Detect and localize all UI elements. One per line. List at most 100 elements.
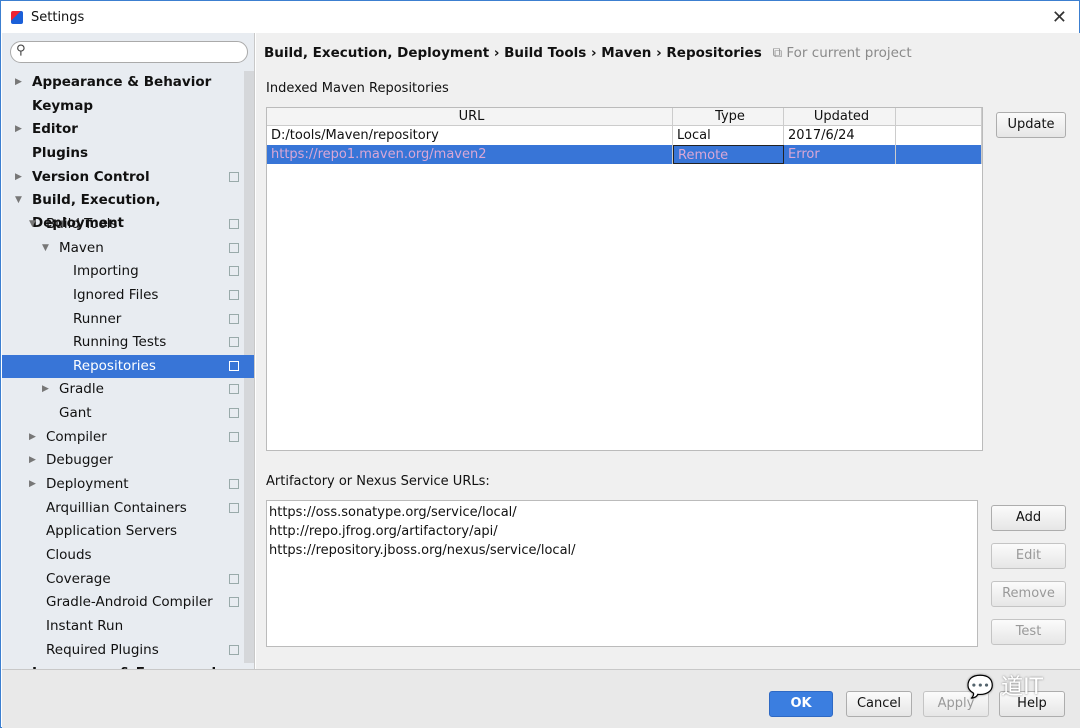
copy-icon: ⧉ [772, 45, 783, 61]
sidebar-item[interactable]: Clouds [2, 544, 244, 567]
list-item[interactable]: http://repo.jfrog.org/artifactory/api/ [269, 522, 975, 541]
project-scope-icon [229, 218, 239, 229]
sidebar-item[interactable]: ▼ Build Tools [2, 213, 244, 236]
project-scope-icon [229, 337, 239, 348]
project-scope-icon [229, 171, 239, 182]
sidebar-item[interactable]: ▶ Appearance & Behavior [2, 71, 244, 94]
sidebar-item[interactable]: Required Plugins [2, 639, 244, 662]
sidebar-item-label: Debugger [46, 452, 113, 469]
project-scope-icon [229, 313, 239, 324]
sidebar-item-label: Coverage [46, 570, 111, 587]
sidebar-item-label: Ignored Files [73, 286, 159, 303]
sidebar-item[interactable]: Application Servers [2, 520, 244, 543]
title-bar: Settings ✕ [1, 1, 1079, 33]
service-urls-list[interactable]: https://oss.sonatype.org/service/local/ … [266, 500, 978, 647]
col-url[interactable]: URL [267, 108, 673, 125]
sidebar-item[interactable]: Gradle-Android Compiler [2, 591, 244, 614]
breadcrumb: Build, Execution, Deployment › Build Too… [264, 45, 912, 61]
cell-url: https://repo1.maven.org/maven2 [267, 145, 673, 164]
sidebar-item[interactable]: ▶ Editor [2, 118, 244, 141]
sidebar-item[interactable]: ▶ Version Control [2, 166, 244, 189]
sidebar-item-label: Instant Run [46, 617, 124, 634]
list-item[interactable]: https://oss.sonatype.org/service/local/ [269, 503, 975, 522]
sidebar-item[interactable]: Ignored Files [2, 284, 244, 307]
watermark-text: 道IT [1001, 675, 1043, 700]
sidebar-item[interactable]: Plugins [2, 142, 244, 165]
sidebar-item-label: Importing [73, 263, 139, 280]
chevron-right-icon[interactable]: ▶ [42, 378, 49, 401]
sidebar-item-label: Gradle-Android Compiler [46, 594, 213, 611]
sidebar-item[interactable]: Arquillian Containers [2, 497, 244, 520]
chevron-right-icon[interactable]: ▶ [29, 426, 36, 449]
remove-button[interactable]: Remove [991, 581, 1066, 607]
crumb: Repositories [666, 45, 762, 61]
sidebar-item[interactable]: ▶ Debugger [2, 449, 244, 472]
table-row[interactable]: D:/tools/Maven/repository Local 2017/6/2… [267, 126, 982, 145]
chevron-right-icon[interactable]: ▶ [15, 118, 22, 141]
list-item[interactable]: https://repository.jboss.org/nexus/servi… [269, 541, 975, 560]
crumb-sep: › [493, 45, 500, 61]
edit-button[interactable]: Edit [991, 543, 1066, 569]
sidebar-item[interactable]: Runner [2, 308, 244, 331]
project-scope-icon [229, 431, 239, 442]
project-scope-icon [229, 360, 239, 371]
chevron-right-icon[interactable]: ▶ [15, 71, 22, 94]
col-updated[interactable]: Updated [784, 108, 896, 125]
chevron-right-icon[interactable]: ▶ [29, 473, 36, 496]
cell-type: Remote [673, 145, 784, 164]
cell-url: D:/tools/Maven/repository [267, 126, 673, 145]
chevron-right-icon[interactable]: ▶ [15, 166, 22, 189]
project-scope-icon [229, 597, 239, 608]
sidebar-item[interactable]: ▼ Build, Execution, Deployment [2, 189, 244, 231]
chevron-right-icon[interactable]: ▶ [29, 449, 36, 472]
sidebar-item-label: Repositories [73, 357, 156, 374]
settings-window: Settings ✕ ⚲ ▶ Appearance & Behavior Keyma… [0, 0, 1080, 728]
sidebar-item[interactable]: Coverage [2, 568, 244, 591]
test-button[interactable]: Test [991, 619, 1066, 645]
sidebar-item[interactable]: ▶ Compiler [2, 426, 244, 449]
sidebar-item-label: Compiler [46, 428, 107, 445]
col-type[interactable]: Type [673, 108, 784, 125]
project-scope-icon [229, 266, 239, 277]
cell-type: Local [673, 126, 784, 145]
sidebar-item-label: Editor [32, 121, 78, 138]
project-scope-icon [229, 384, 239, 395]
cell-empty [896, 126, 982, 145]
update-button[interactable]: Update [996, 112, 1066, 138]
close-icon[interactable]: ✕ [1052, 7, 1067, 28]
crumb-sep: › [591, 45, 597, 61]
sidebar-item-label: Gant [59, 405, 92, 422]
ok-button[interactable]: OK [769, 691, 833, 717]
sidebar-item-label: Appearance & Behavior [32, 74, 212, 90]
sidebar-item[interactable]: Keymap [2, 95, 244, 118]
sidebar-item[interactable]: ▶ Deployment [2, 473, 244, 496]
sidebar-item-label: Keymap [32, 97, 94, 114]
table-row-selected[interactable]: https://repo1.maven.org/maven2 Remote Er… [267, 145, 982, 164]
project-scope-icon [229, 242, 239, 253]
project-scope-icon [229, 408, 239, 419]
sidebar-item[interactable]: ▶ Gradle [2, 378, 244, 401]
sidebar-item[interactable]: ▼ Maven [2, 237, 244, 260]
watermark: 💬 道IT [967, 669, 1043, 701]
search-input[interactable]: ⚲ [10, 41, 248, 63]
sidebar-item[interactable]: Importing [2, 260, 244, 283]
sidebar-item[interactable]: Repositories [2, 354, 254, 378]
sidebar-item[interactable]: Instant Run [2, 615, 244, 638]
chevron-right-icon[interactable]: ▶ [15, 662, 22, 669]
sidebar-item[interactable]: ▶ Languages & Frameworks [2, 662, 244, 669]
add-button[interactable]: Add [991, 505, 1066, 531]
app-icon [11, 10, 23, 24]
crumb: Build, Execution, Deployment [264, 45, 490, 61]
window-title: Settings [31, 9, 85, 25]
wechat-icon: 💬 [966, 675, 995, 700]
sidebar-item[interactable]: Running Tests [2, 331, 244, 354]
chevron-down-icon[interactable]: ▼ [29, 213, 36, 236]
cancel-button[interactable]: Cancel [846, 691, 912, 717]
chevron-down-icon[interactable]: ▼ [15, 189, 22, 212]
hint-text: For current project [786, 45, 912, 61]
sidebar-item-label: Gradle [59, 381, 104, 398]
chevron-down-icon[interactable]: ▼ [42, 237, 49, 260]
crumb: Maven [601, 45, 652, 61]
sidebar-item[interactable]: Gant [2, 402, 244, 425]
sidebar-item-label: Running Tests [73, 334, 167, 351]
